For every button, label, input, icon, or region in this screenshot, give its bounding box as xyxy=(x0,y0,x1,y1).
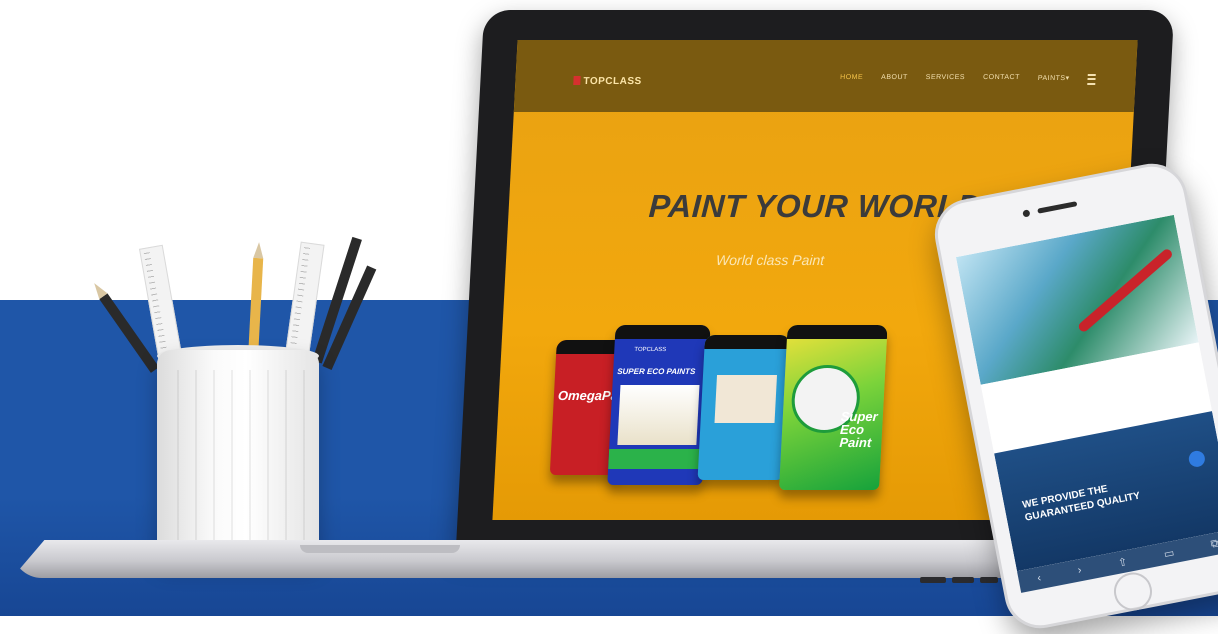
hero-title: PAINT YOUR WORLD xyxy=(647,188,982,224)
nav-about[interactable]: ABOUT xyxy=(881,74,908,85)
floating-action-button[interactable] xyxy=(1187,449,1207,469)
speaker-grill xyxy=(1037,201,1078,214)
can-label: Super Eco Paint xyxy=(839,410,879,449)
brand-logo-icon xyxy=(573,76,581,85)
menu-icon[interactable] xyxy=(1087,74,1096,85)
site-navbar: TOPCLASS HOME ABOUT SERVICES CONTACT PAI… xyxy=(513,40,1138,112)
nav-home[interactable]: HOME xyxy=(840,74,863,85)
paint-cans-group: OmegaPaint TOPCLASS SUPER ECO PAINTS Sup… xyxy=(548,320,917,500)
home-button[interactable] xyxy=(1110,569,1156,614)
can-green-stripe xyxy=(608,449,705,469)
paint-can-super-eco: TOPCLASS SUPER ECO PAINTS xyxy=(607,325,711,485)
nav-contact[interactable]: CONTACT xyxy=(983,74,1020,85)
chevron-down-icon: ▾ xyxy=(1065,75,1070,82)
camera-icon xyxy=(1022,209,1031,218)
paint-can-super-eco-green: Super Eco Paint xyxy=(778,325,888,490)
hero-subtitle: World class Paint xyxy=(715,252,825,268)
site-brand[interactable]: TOPCLASS xyxy=(573,76,642,87)
nav-paints-dropdown[interactable]: PAINTS▾ xyxy=(1037,74,1070,85)
brand-name: TOPCLASS xyxy=(583,76,642,87)
can-room-image xyxy=(714,375,778,423)
pencil-cup xyxy=(157,350,319,560)
banner-text: WE PROVIDE THE GUARANTEED QUALITY xyxy=(1021,483,1142,524)
can-brand: TOPCLASS xyxy=(634,347,667,353)
share-icon[interactable]: ⇧ xyxy=(1117,555,1128,570)
laptop-opening-notch xyxy=(300,545,460,553)
can-label: SUPER ECO PAINTS xyxy=(616,367,696,376)
nav-paints-label: PAINTS xyxy=(1037,75,1066,82)
tabs-icon[interactable]: ⧉ xyxy=(1210,537,1218,551)
forward-icon[interactable]: › xyxy=(1077,564,1083,576)
phone-screen: WE PROVIDE THE GUARANTEED QUALITY xyxy=(955,214,1218,572)
paint-can-blue xyxy=(697,335,791,480)
nav-services[interactable]: SERVICES xyxy=(925,74,966,85)
bookmarks-icon[interactable]: ▭ xyxy=(1163,546,1176,561)
site-nav-menu: HOME ABOUT SERVICES CONTACT PAINTS▾ xyxy=(840,74,1096,85)
back-icon[interactable]: ‹ xyxy=(1036,572,1042,584)
can-room-image xyxy=(617,385,700,445)
